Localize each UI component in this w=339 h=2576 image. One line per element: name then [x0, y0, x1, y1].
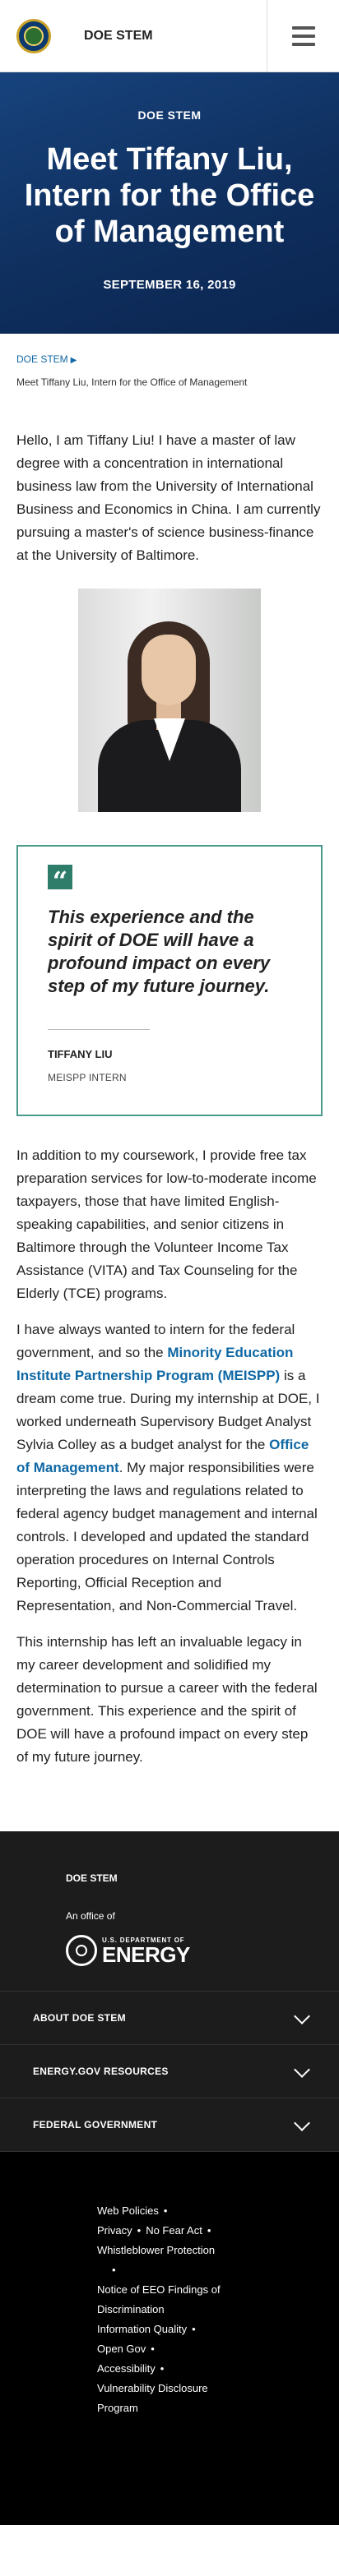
breadcrumb-current: Meet Tiffany Liu, Intern for the Office …	[16, 376, 248, 388]
web-policies-link[interactable]: Web Policies	[97, 2204, 159, 2217]
site-name-link[interactable]: DOE STEM	[84, 29, 153, 44]
accordion-about-doe-stem[interactable]: ABOUT DOE STEM	[0, 1992, 339, 2045]
chevron-down-icon	[294, 2008, 310, 2024]
site-header: DOE STEM	[0, 0, 339, 72]
breadcrumb: DOE STEM ▶ Meet Tiffany Liu, Intern for t…	[0, 334, 339, 393]
no-fear-act-link[interactable]: No Fear Act	[146, 2224, 202, 2237]
privacy-link[interactable]: Privacy	[97, 2224, 132, 2237]
footer-office-of: An office of	[66, 1910, 115, 1922]
hero-kicker: DOE STEM	[137, 108, 202, 122]
footer-accordion: ABOUT DOE STEM ENERGY.GOV RESOURCES FEDE…	[0, 1991, 339, 2152]
article-body: Hello, I am Tiffany Liu! I have a master…	[0, 429, 339, 812]
site-footer: DOE STEM An office of U.S. DEPARTMENT OF…	[0, 1831, 339, 2152]
article-continued: In addition to my coursework, I provide …	[0, 1144, 339, 1769]
energy-gov-logo[interactable]: U.S. DEPARTMENT OF ENERGY	[66, 1935, 339, 1966]
whistleblower-link[interactable]: Whistleblower Protection	[97, 2244, 215, 2256]
eeo-findings-link[interactable]: Notice of EEO Findings of Discrimination	[97, 2283, 221, 2315]
footer-legal-links: Web Policies • Privacy • No Fear Act • Whist…	[0, 2152, 339, 2525]
quote-icon: “	[48, 865, 72, 897]
portrait-container	[16, 589, 323, 812]
accordion-federal-government[interactable]: FEDERAL GOVERNMENT	[0, 2098, 339, 2152]
pull-quote: “ This experience and the spirit of DOE …	[16, 845, 323, 1116]
doe-seal-logo[interactable]	[16, 18, 51, 53]
hero-banner: DOE STEM Meet Tiffany Liu, Intern for th…	[0, 72, 339, 334]
page-title: Meet Tiffany Liu, Intern for the Office …	[24, 142, 315, 249]
chevron-down-icon	[294, 2061, 310, 2078]
accordion-energy-gov-resources[interactable]: ENERGY.GOV RESOURCES	[0, 2045, 339, 2098]
accessibility-link[interactable]: Accessibility	[97, 2362, 156, 2375]
publish-date: SEPTEMBER 16, 2019	[103, 278, 236, 292]
breadcrumb-arrow-icon: ▶	[70, 356, 77, 365]
vulnerability-disclosure-link[interactable]: Vulnerability Disclosure Program	[97, 2382, 208, 2414]
logo-energy-text: ENERGY	[102, 1941, 190, 1967]
energy-seal-icon	[66, 1935, 97, 1966]
coursework-paragraph: In addition to my coursework, I provide …	[16, 1147, 317, 1301]
footer-title: DOE STEM	[66, 1872, 118, 1884]
quote-text: This experience and the spirit of DOE wi…	[48, 907, 271, 996]
intro-paragraph: Hello, I am Tiffany Liu! I have a master…	[16, 432, 321, 563]
chevron-down-icon	[294, 2115, 310, 2131]
hamburger-menu-icon[interactable]	[267, 0, 339, 72]
information-quality-link[interactable]: Information Quality	[97, 2323, 187, 2335]
open-gov-link[interactable]: Open Gov	[97, 2343, 146, 2355]
quote-divider	[48, 1029, 150, 1030]
breadcrumb-link-doe-stem[interactable]: DOE STEM	[16, 353, 68, 365]
quote-author: TIFFANY LIU	[48, 1048, 113, 1060]
tiffany-liu-portrait	[78, 589, 261, 812]
closing-paragraph: This internship has left an invaluable l…	[16, 1634, 318, 1765]
internship-paragraph: I have always wanted to intern for the f…	[16, 1322, 320, 1613]
seal-emblem-icon	[24, 25, 44, 46]
quote-author-role: MEISPP INTERN	[48, 1072, 127, 1083]
